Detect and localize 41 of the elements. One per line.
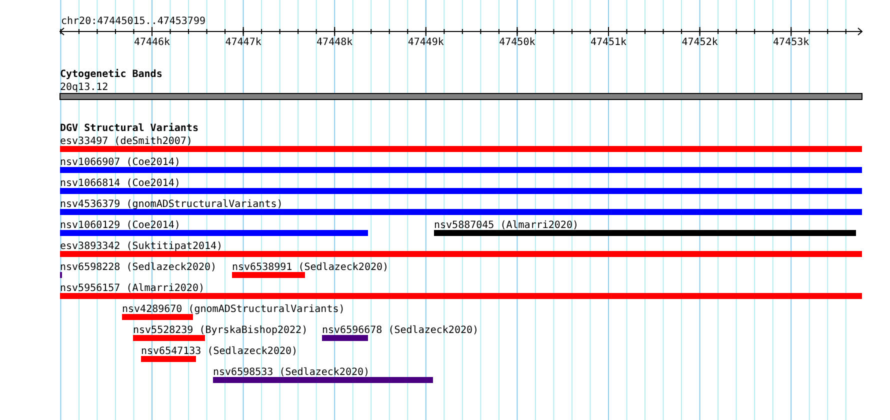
variant-bar[interactable]	[133, 335, 205, 341]
variant-label: esv3893342 (Suktitipat2014)	[60, 241, 223, 252]
variant-bar[interactable]	[60, 167, 862, 173]
tick-label: 47448k	[316, 37, 353, 48]
variant-label: nsv5528239 (ByrskaBishop2022)	[133, 325, 308, 336]
variant-bar[interactable]	[213, 377, 433, 383]
variant-label: nsv5956157 (Almarri2020)	[60, 283, 204, 294]
variant-bar[interactable]	[60, 146, 862, 152]
variant-bar[interactable]	[60, 251, 862, 257]
tick-label: 47451k	[590, 37, 627, 48]
tick-label: 47449k	[408, 37, 444, 48]
variant-bar[interactable]	[60, 230, 368, 236]
tick-label: 47447k	[225, 37, 262, 48]
variant-label: nsv1066814 (Coe2014)	[60, 178, 180, 189]
tick-label: 47452k	[682, 37, 718, 48]
variant-bar[interactable]	[60, 209, 862, 215]
variant-bar[interactable]	[232, 272, 305, 278]
track-title: DGV Structural Variants	[60, 123, 198, 134]
variant-label: nsv5887045 (Almarri2020)	[434, 220, 578, 231]
variant-label: nsv4536379 (gnomADStructuralVariants)	[60, 199, 283, 210]
variant-label: esv33497 (deSmith2007)	[60, 136, 192, 147]
variant-bar[interactable]	[60, 293, 862, 299]
tick-label: 47453k	[773, 37, 810, 48]
variant-label: nsv4289670 (gnomADStructuralVariants)	[122, 304, 345, 315]
variant-bar[interactable]	[122, 314, 193, 320]
variant-label: nsv1060129 (Coe2014)	[60, 220, 180, 231]
variant-label: nsv6547133 (Sedlazeck2020)	[141, 346, 298, 357]
variant-label: nsv1066907 (Coe2014)	[60, 157, 180, 168]
variant-bar[interactable]	[141, 356, 196, 362]
variant-label: nsv6598228 (Sedlazeck2020)	[60, 262, 217, 273]
variant-bar[interactable]	[60, 188, 862, 194]
variant-label: nsv6596678 (Sedlazeck2020)	[322, 325, 479, 336]
variant-bar[interactable]	[434, 230, 856, 236]
band-label: 20q13.12	[60, 82, 108, 93]
tick-label: 47446k	[134, 37, 170, 48]
variant-label: nsv6538991 (Sedlazeck2020)	[232, 262, 389, 273]
chromosome-range: chr20:47445015..47453799	[61, 16, 206, 27]
track-title: Cytogenetic Bands	[60, 69, 162, 80]
variant-bar[interactable]	[322, 335, 368, 341]
tick-label: 47450k	[499, 37, 536, 48]
variant-label: nsv6598533 (Sedlazeck2020)	[213, 367, 370, 378]
